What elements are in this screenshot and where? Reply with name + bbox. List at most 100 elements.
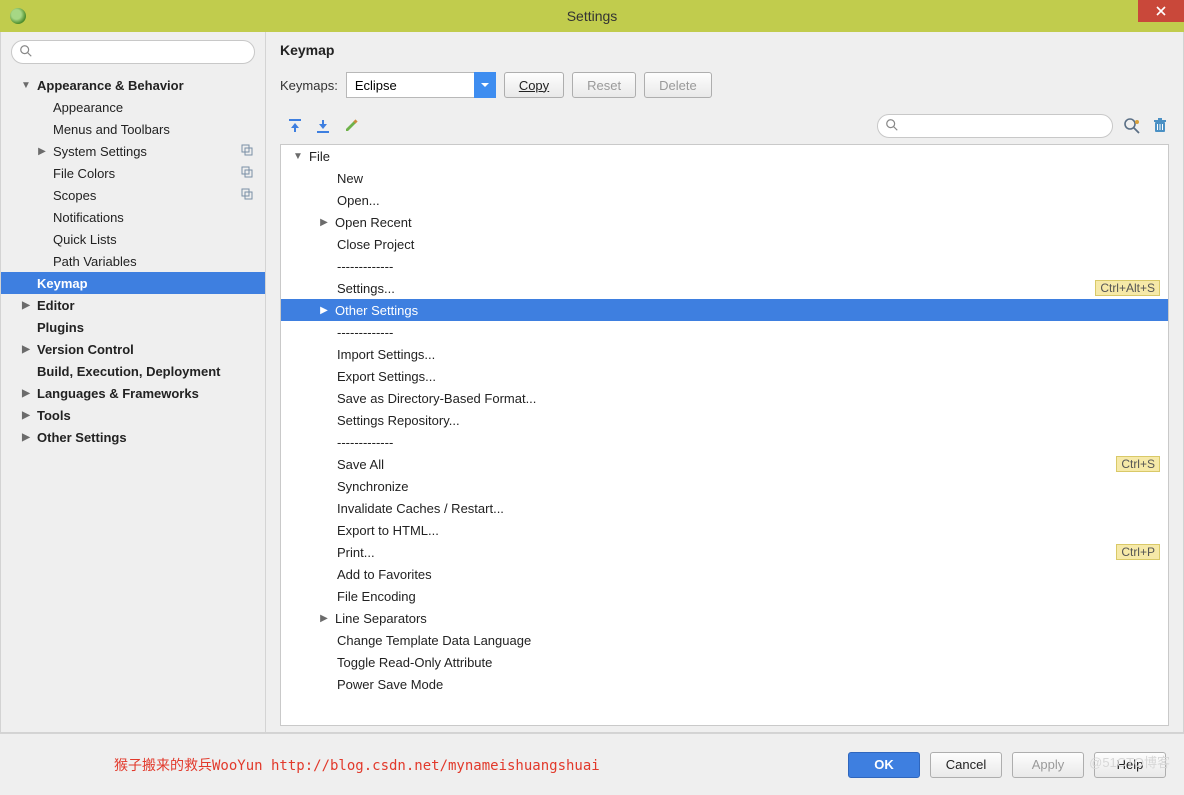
sidebar-item-appearance[interactable]: Appearance [1,96,265,118]
sidebar-item-label: Path Variables [49,254,137,269]
action-row[interactable]: Close Project [281,233,1168,255]
action-row[interactable]: Save AllCtrl+S [281,453,1168,475]
settings-tree[interactable]: ▼Appearance & Behavior Appearance Menus an… [1,74,265,732]
action-label: Power Save Mode [333,677,1168,692]
action-row[interactable]: File Encoding [281,585,1168,607]
shortcut-badge: Ctrl+S [1116,456,1160,472]
expand-all-icon[interactable] [286,117,304,135]
help-button[interactable]: Help [1094,752,1166,778]
action-label: Import Settings... [333,347,1168,362]
chevron-right-icon[interactable]: ▶ [317,305,331,316]
action-row[interactable]: ▶Open Recent [281,211,1168,233]
chevron-right-icon[interactable]: ▶ [19,344,33,355]
chevron-right-icon[interactable]: ▶ [19,410,33,421]
ok-button[interactable]: OK [848,752,920,778]
dialog-button-bar: 猴子搬来的救兵WooYun http://blog.csdn.net/mynam… [0,733,1184,795]
sidebar-item-build-execution-deployment[interactable]: Build, Execution, Deployment [1,360,265,382]
action-row[interactable]: Export to HTML... [281,519,1168,541]
chevron-down-icon[interactable]: ▼ [19,80,33,91]
action-label: ------------- [333,259,1168,274]
action-row[interactable]: Power Save Mode [281,673,1168,695]
sidebar-item-tools[interactable]: ▶Tools [1,404,265,426]
reset-button[interactable]: Reset [572,72,636,98]
sidebar-item-notifications[interactable]: Notifications [1,206,265,228]
sidebar-item-appearance-behavior[interactable]: ▼Appearance & Behavior [1,74,265,96]
action-row[interactable]: ------------- [281,255,1168,277]
collapse-all-icon[interactable] [314,117,332,135]
chevron-down-icon[interactable]: ▼ [291,151,305,162]
chevron-right-icon[interactable]: ▶ [19,300,33,311]
action-row[interactable]: Open... [281,189,1168,211]
sidebar-item-menus-and-toolbars[interactable]: Menus and Toolbars [1,118,265,140]
action-label: Settings Repository... [333,413,1168,428]
action-row[interactable]: Import Settings... [281,343,1168,365]
action-row[interactable]: Save as Directory-Based Format... [281,387,1168,409]
action-label: Add to Favorites [333,567,1168,582]
sidebar-item-editor[interactable]: ▶Editor [1,294,265,316]
chevron-right-icon[interactable]: ▶ [35,146,49,157]
keymaps-label: Keymaps: [280,78,338,93]
sidebar-item-keymap[interactable]: Keymap [1,272,265,294]
sidebar-item-system-settings[interactable]: ▶System Settings [1,140,265,162]
sidebar-item-label: Appearance [49,100,123,115]
sidebar-item-languages-frameworks[interactable]: ▶Languages & Frameworks [1,382,265,404]
chevron-right-icon[interactable]: ▶ [317,217,331,228]
action-label: Export Settings... [333,369,1168,384]
sidebar-item-plugins[interactable]: Plugins [1,316,265,338]
action-row[interactable]: Add to Favorites [281,563,1168,585]
edit-icon[interactable] [342,117,360,135]
sidebar-item-label: Other Settings [33,430,127,445]
action-row[interactable]: Change Template Data Language [281,629,1168,651]
sidebar-item-scopes[interactable]: Scopes [1,184,265,206]
action-row[interactable]: Export Settings... [281,365,1168,387]
action-search [877,114,1113,138]
sidebar-item-label: Scopes [49,188,96,203]
sidebar-item-label: Build, Execution, Deployment [33,364,220,379]
keymaps-combo[interactable] [346,72,496,98]
sidebar-item-label: Menus and Toolbars [49,122,170,137]
copy-button[interactable]: Copy [504,72,564,98]
action-label: ------------- [333,435,1168,450]
sidebar-item-file-colors[interactable]: File Colors [1,162,265,184]
title-bar: Settings [0,0,1184,32]
scope-icon [241,166,253,178]
action-row[interactable]: ------------- [281,431,1168,453]
action-row[interactable]: Settings Repository... [281,409,1168,431]
sidebar-search-input[interactable] [11,40,255,64]
cancel-button[interactable]: Cancel [930,752,1002,778]
page-title: Keymap [280,42,1169,58]
sidebar-item-version-control[interactable]: ▶Version Control [1,338,265,360]
action-row[interactable]: Toggle Read-Only Attribute [281,651,1168,673]
action-toolbar [286,114,1169,138]
action-row[interactable]: Invalidate Caches / Restart... [281,497,1168,519]
action-row[interactable]: ▶Line Separators [281,607,1168,629]
action-row[interactable]: New [281,167,1168,189]
watermark-text: 猴子搬来的救兵WooYun http://blog.csdn.net/mynam… [114,755,600,775]
action-row[interactable]: Print...Ctrl+P [281,541,1168,563]
apply-button[interactable]: Apply [1012,752,1084,778]
trash-icon[interactable] [1151,117,1169,135]
shortcut-badge: Ctrl+Alt+S [1095,280,1160,296]
app-icon [10,8,26,24]
action-row[interactable]: Settings...Ctrl+Alt+S [281,277,1168,299]
action-row[interactable]: ▶Other Settings [281,299,1168,321]
action-row[interactable]: ------------- [281,321,1168,343]
chevron-right-icon[interactable]: ▶ [317,613,331,624]
sidebar-item-path-variables[interactable]: Path Variables [1,250,265,272]
sidebar-item-label: Quick Lists [49,232,117,247]
window-close-button[interactable] [1138,0,1184,22]
chevron-right-icon[interactable]: ▶ [19,432,33,443]
sidebar-item-quick-lists[interactable]: Quick Lists [1,228,265,250]
sidebar-item-other-settings[interactable]: ▶Other Settings [1,426,265,448]
action-search-input[interactable] [877,114,1113,138]
delete-button[interactable]: Delete [644,72,712,98]
action-row[interactable]: ▼File [281,145,1168,167]
sidebar-item-label: System Settings [49,144,147,159]
action-tree: ▼FileNew Open... ▶Open RecentClose Project… [280,144,1169,726]
action-label: Toggle Read-Only Attribute [333,655,1168,670]
action-label: Open... [333,193,1168,208]
chevron-right-icon[interactable]: ▶ [19,388,33,399]
find-by-shortcut-icon[interactable] [1123,117,1141,135]
action-row[interactable]: Synchronize [281,475,1168,497]
chevron-down-icon[interactable] [474,72,496,98]
